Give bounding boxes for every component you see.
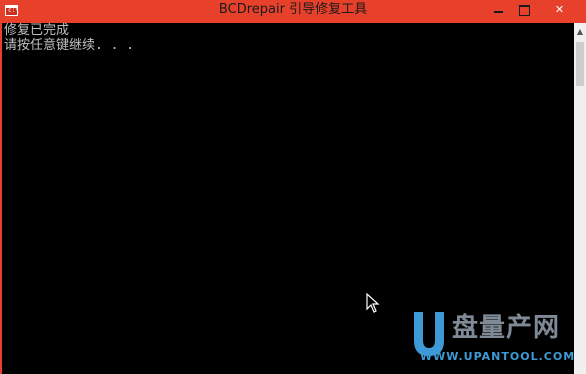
console-line-status: 修复已完成	[4, 23, 70, 38]
minimize-icon	[494, 11, 503, 13]
mouse-pointer-icon	[366, 293, 380, 313]
console-window: c:\ BCDrepair 引导修复工具 ✕ 修复已完成 请按任意键继续. . …	[0, 0, 586, 374]
maximize-icon	[519, 5, 530, 16]
console-line-prompt: 请按任意键继续. . .	[4, 38, 135, 53]
site-watermark: 盘量产网 WWW.UPANTOOL.COM	[410, 310, 582, 370]
close-button[interactable]: ✕	[537, 0, 582, 20]
watermark-url: WWW.UPANTOOL.COM	[420, 350, 576, 363]
scroll-thumb[interactable]	[576, 42, 584, 86]
minimize-button[interactable]	[485, 0, 511, 20]
maximize-button[interactable]	[511, 0, 537, 20]
watermark-logo-text: 盘量产网	[452, 313, 561, 343]
scroll-up-arrow-icon[interactable]: ▲	[574, 23, 586, 40]
title-bar[interactable]: c:\ BCDrepair 引导修复工具 ✕	[0, 0, 586, 23]
